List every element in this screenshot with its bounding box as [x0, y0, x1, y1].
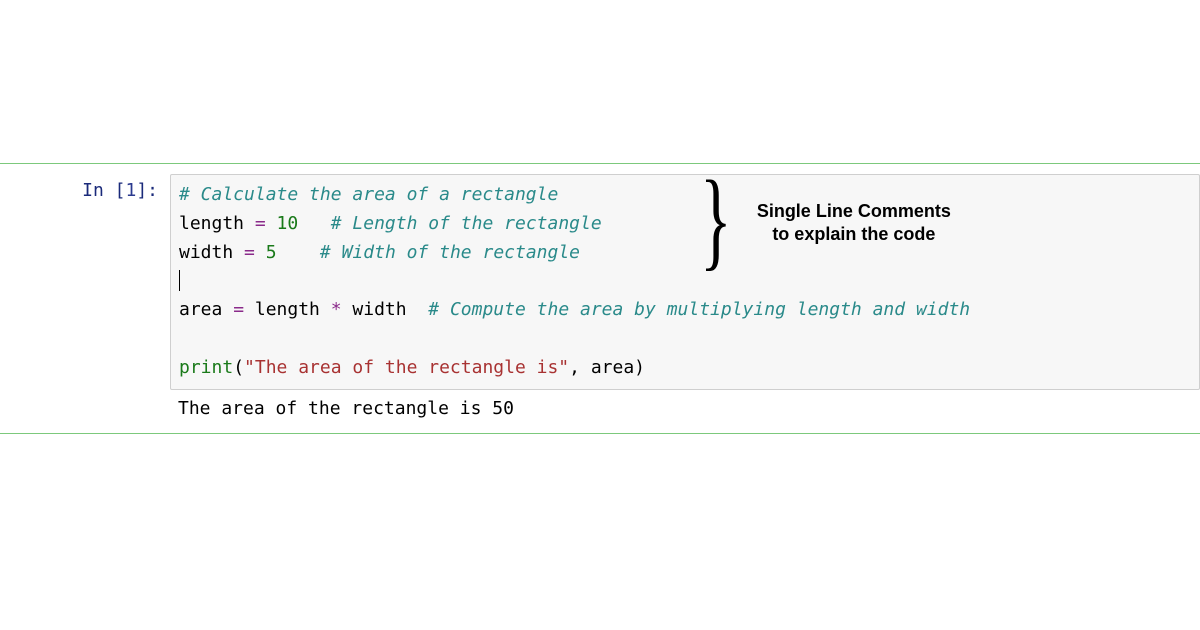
prompt-bracket-close: ]: [136, 180, 158, 201]
code-op: * [331, 299, 342, 320]
notebook-cell: In [1]: # Calculate the area of a rectan… [0, 163, 1200, 434]
code-op: = [233, 299, 244, 320]
cell-output: The area of the rectangle is 50 [170, 394, 1200, 423]
code-number: 10 [277, 213, 299, 234]
code-builtin: print [179, 357, 233, 378]
prompt-in-word: In [82, 180, 115, 201]
code-comment: # Length of the rectangle [331, 213, 602, 234]
prompt-number: 1 [125, 180, 136, 201]
output-spacer [70, 394, 170, 423]
code-comment: # Calculate the area of a rectangle [179, 184, 558, 205]
code-op: = [244, 242, 255, 263]
cell-row: In [1]: # Calculate the area of a rectan… [0, 174, 1200, 390]
code-var: area [179, 299, 233, 320]
text-cursor [179, 270, 180, 292]
output-row: The area of the rectangle is 50 [0, 394, 1200, 423]
code-var: width [179, 242, 244, 263]
code-string: "The area of the rectangle is" [244, 357, 569, 378]
input-prompt: In [1]: [70, 174, 170, 201]
code-op: = [255, 213, 266, 234]
code-comment: # Width of the rectangle [320, 242, 580, 263]
code-var: length [179, 213, 255, 234]
code-comment: # Compute the area by multiplying length… [428, 299, 970, 320]
code-number: 5 [266, 242, 277, 263]
code-input[interactable]: # Calculate the area of a rectangle leng… [170, 174, 1200, 390]
prompt-bracket-open: [ [115, 180, 126, 201]
